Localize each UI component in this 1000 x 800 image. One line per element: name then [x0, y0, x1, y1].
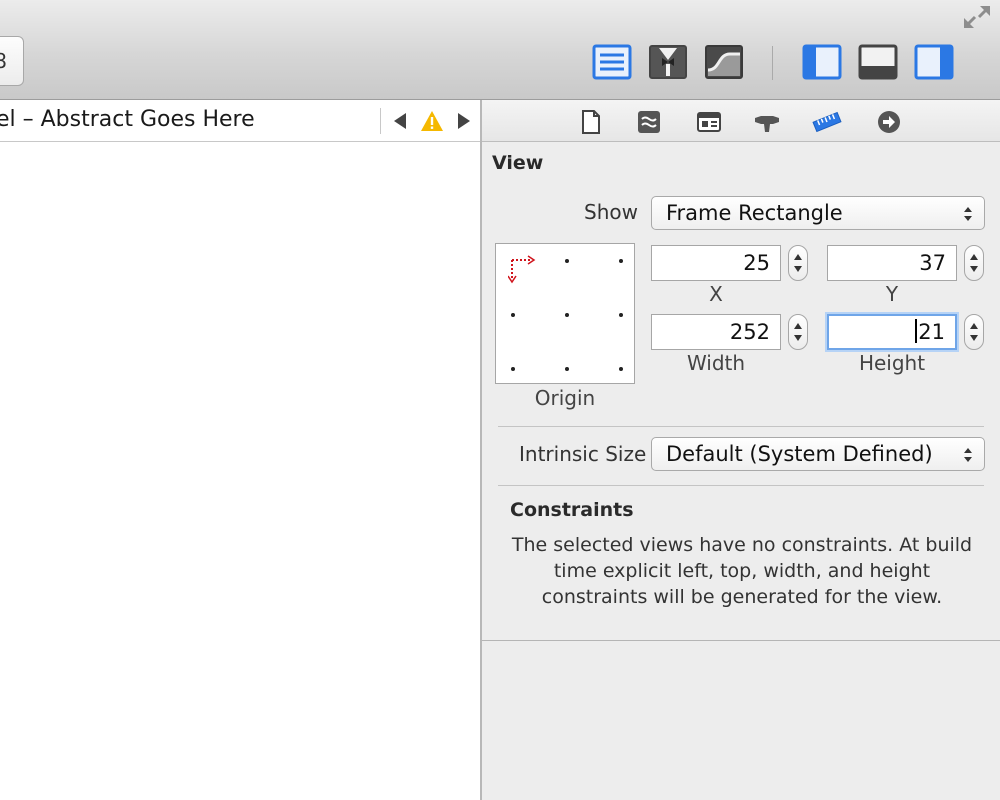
x-stepper[interactable]: [788, 245, 808, 281]
y-label: Y: [885, 282, 899, 306]
x-field[interactable]: 25: [651, 245, 781, 281]
text-caret: [915, 319, 918, 343]
origin-point[interactable]: [619, 259, 623, 263]
connections-inspector-icon[interactable]: [874, 108, 904, 136]
origin-point[interactable]: [565, 259, 569, 263]
intrinsic-size-popup[interactable]: Default (System Defined): [651, 437, 985, 471]
y-stepper[interactable]: [964, 245, 984, 281]
height-label: Height: [858, 351, 926, 375]
origin-label: Origin: [534, 386, 596, 410]
size-inspector-icon[interactable]: [812, 108, 842, 136]
section-divider: [498, 426, 984, 427]
intrinsic-size-label: Intrinsic Size: [519, 442, 647, 466]
height-field[interactable]: 21: [827, 314, 957, 350]
constraints-description: The selected views have no constraints. …: [511, 534, 973, 608]
origin-point[interactable]: [511, 313, 515, 317]
section-divider: [498, 485, 984, 486]
origin-selector[interactable]: [495, 243, 635, 384]
jump-bar-title[interactable]: el – Abstract Goes Here: [0, 107, 255, 132]
standard-editor-icon[interactable]: [592, 44, 632, 80]
inspector-tab-bar: [482, 100, 1000, 142]
editor-area[interactable]: el – Abstract Goes Here: [0, 100, 481, 800]
jump-bar: el – Abstract Goes Here: [0, 100, 481, 142]
popup-arrows-icon: [964, 448, 972, 462]
toolbar-separator: [772, 46, 773, 80]
height-field-value: 21: [918, 320, 945, 344]
identity-inspector-icon[interactable]: [694, 108, 724, 136]
origin-point[interactable]: [619, 367, 623, 371]
popup-arrows-icon: [964, 207, 972, 221]
show-popup-value: Frame Rectangle: [666, 201, 843, 225]
toolbar-button[interactable]: 8: [0, 36, 24, 86]
utilities-inspector: View Show Frame Rectangle Origin 25 X 37…: [482, 100, 1000, 800]
width-stepper[interactable]: [788, 314, 808, 350]
show-label: Show: [584, 200, 638, 224]
assistant-editor-icon[interactable]: [648, 44, 688, 80]
jump-bar-separator: [380, 108, 381, 134]
window-toolbar: 8: [0, 0, 1000, 100]
intrinsic-size-popup-value: Default (System Defined): [666, 442, 933, 466]
height-stepper[interactable]: [964, 314, 984, 350]
attributes-inspector-icon[interactable]: [752, 108, 782, 136]
previous-issue-icon[interactable]: [390, 110, 412, 132]
x-label: X: [709, 282, 723, 306]
navigator-toggle-icon[interactable]: [802, 44, 842, 80]
view-section-title: View: [492, 152, 544, 174]
file-inspector-icon[interactable]: [576, 108, 606, 136]
origin-point[interactable]: [619, 313, 623, 317]
width-label: Width: [686, 351, 746, 375]
y-field[interactable]: 37: [827, 245, 957, 281]
next-issue-icon[interactable]: [452, 110, 474, 132]
inspector-bottom-divider: [482, 640, 1000, 641]
fullscreen-icon[interactable]: [962, 4, 992, 30]
origin-point[interactable]: [565, 367, 569, 371]
width-field[interactable]: 252: [651, 314, 781, 350]
constraints-section-title: Constraints: [510, 499, 634, 521]
quick-help-icon[interactable]: [634, 108, 664, 136]
origin-point[interactable]: [511, 367, 515, 371]
utilities-toggle-icon[interactable]: [914, 44, 954, 80]
origin-marker-icon: [508, 255, 536, 284]
version-editor-icon[interactable]: [704, 44, 744, 80]
debug-area-toggle-icon[interactable]: [858, 44, 898, 80]
warning-icon[interactable]: [420, 110, 444, 132]
origin-point[interactable]: [565, 313, 569, 317]
show-popup[interactable]: Frame Rectangle: [651, 196, 985, 230]
